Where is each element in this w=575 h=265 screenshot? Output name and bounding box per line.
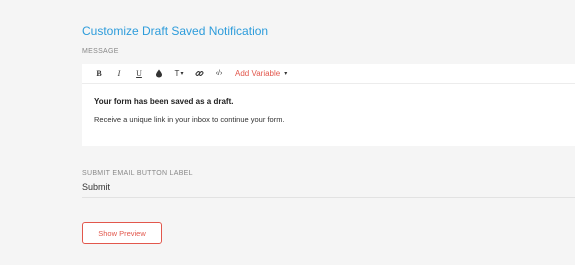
message-editor: B I U T ▾ ‹/› Add Variable ▾ Your form h… xyxy=(82,64,575,146)
add-variable-dropdown[interactable]: Add Variable ▾ xyxy=(235,69,287,78)
text-color-button[interactable] xyxy=(149,64,169,84)
add-variable-label: Add Variable xyxy=(235,69,281,78)
link-icon xyxy=(195,71,203,76)
page-title: Customize Draft Saved Notification xyxy=(82,24,269,38)
editor-toolbar: B I U T ▾ ‹/› Add Variable ▾ xyxy=(82,64,575,84)
chevron-down-icon: ▾ xyxy=(180,71,184,77)
editor-content[interactable]: Your form has been saved as a draft. Rec… xyxy=(82,84,575,124)
text-size-button[interactable]: T ▾ xyxy=(169,64,189,84)
show-preview-button[interactable]: Show Preview xyxy=(82,222,162,244)
chevron-down-icon: ▾ xyxy=(284,71,288,77)
message-body: Receive a unique link in your inbox to c… xyxy=(94,115,285,124)
submit-label: SUBMIT EMAIL BUTTON LABEL xyxy=(82,170,193,177)
code-button[interactable]: ‹/› xyxy=(209,64,229,84)
italic-button[interactable]: I xyxy=(109,64,129,84)
submit-button-label-input[interactable]: Submit xyxy=(82,182,575,198)
bold-button[interactable]: B xyxy=(89,64,109,84)
message-label: MESSAGE xyxy=(82,48,119,55)
message-heading: Your form has been saved as a draft. xyxy=(94,97,234,106)
ink-drop-icon xyxy=(156,69,162,78)
text-size-icon: T xyxy=(174,69,180,78)
link-button[interactable] xyxy=(189,64,209,84)
underline-button[interactable]: U xyxy=(129,64,149,84)
